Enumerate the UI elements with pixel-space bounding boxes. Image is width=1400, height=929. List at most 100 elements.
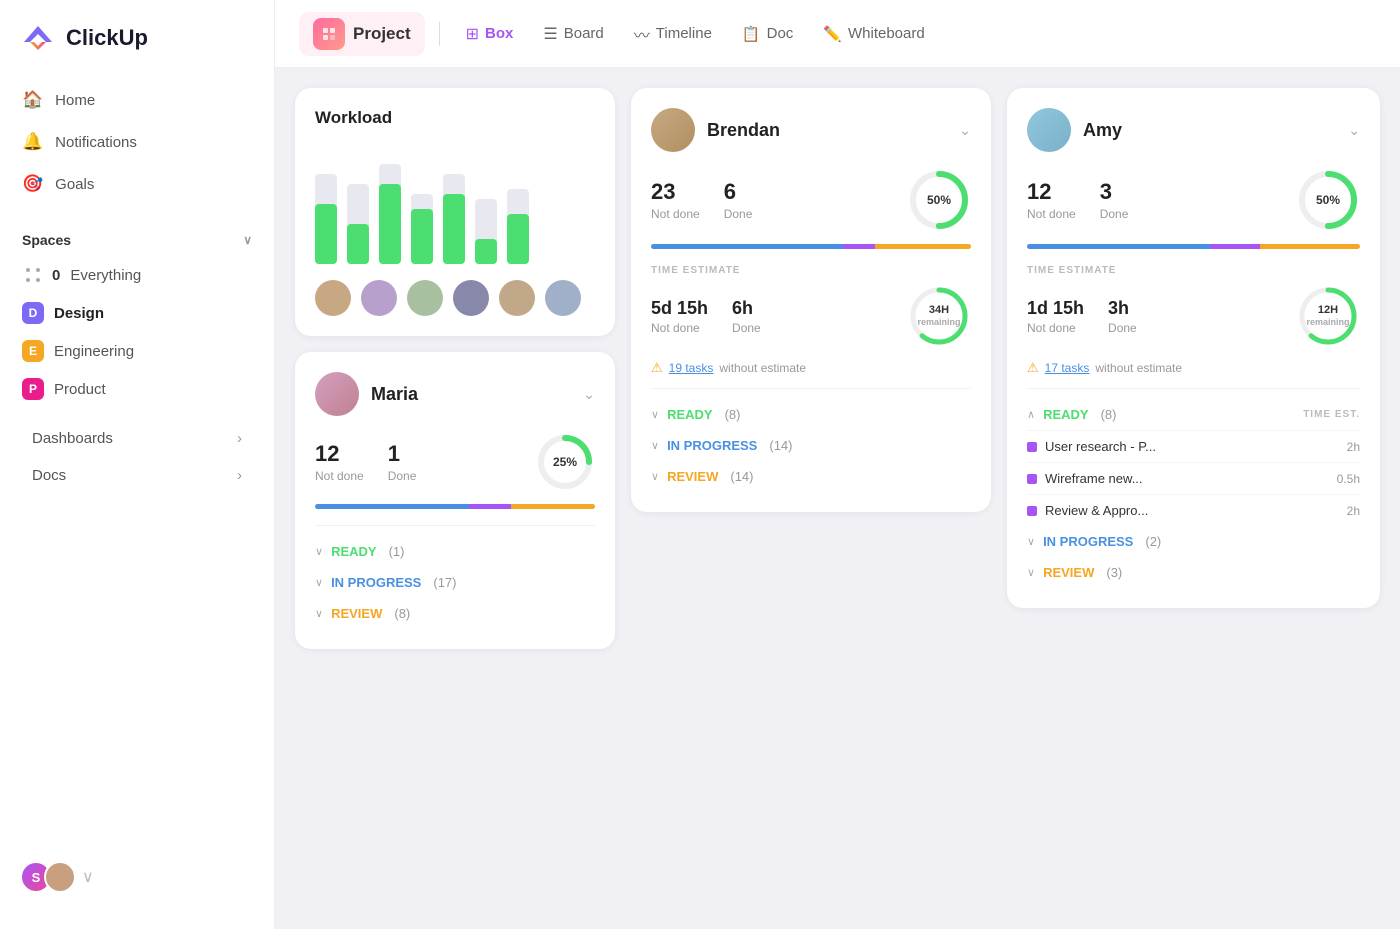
- maria-ready-row[interactable]: ∨ READY (1): [315, 536, 595, 567]
- maria-done: 1 Done: [388, 441, 417, 483]
- chart-avatar-3[interactable]: [407, 280, 443, 316]
- amy-time-done-val: 3h: [1108, 298, 1137, 319]
- sidebar-footer: S ∨: [0, 845, 274, 909]
- bar-bg: [411, 194, 433, 264]
- chart-avatar-1[interactable]: [315, 280, 351, 316]
- maria-inprogress-row[interactable]: ∨ IN PROGRESS (17): [315, 567, 595, 598]
- amy-review-row[interactable]: ∨ REVIEW (3): [1027, 557, 1360, 588]
- sidebar-home-label: Home: [55, 92, 95, 109]
- sidebar-item-home[interactable]: 🏠 Home: [10, 80, 264, 120]
- board-icon: ☰: [543, 24, 557, 44]
- task-item-2[interactable]: Wireframe new... 0.5h: [1027, 462, 1360, 494]
- timeline-icon: 〰: [634, 22, 650, 46]
- tab-box[interactable]: ⊞ Box: [454, 18, 526, 50]
- amy-time-not-done-label: Not done: [1027, 321, 1084, 335]
- brendan-warning-count[interactable]: 19 tasks: [669, 361, 714, 375]
- amy-chevron[interactable]: ⌄: [1348, 122, 1360, 139]
- maria-review-row[interactable]: ∨ REVIEW (8): [315, 598, 595, 629]
- amy-not-done: 12 Not done: [1027, 179, 1076, 221]
- home-icon: 🏠: [22, 90, 43, 110]
- tab-board[interactable]: ☰ Board: [531, 18, 615, 50]
- chart-avatar-6[interactable]: [545, 280, 581, 316]
- amy-time-remaining: 12H remaining: [1306, 304, 1349, 328]
- spaces-chevron[interactable]: ∨: [243, 233, 252, 247]
- amy-review-label: REVIEW: [1043, 565, 1094, 580]
- main-area: Project ⊞ Box ☰ Board 〰 Timeline 📋 Doc ✏…: [275, 0, 1400, 929]
- brendan-not-done-num: 23: [651, 179, 700, 205]
- maria-chevron[interactable]: ⌄: [583, 386, 595, 403]
- task-name-3: Review & Appro...: [1045, 503, 1339, 518]
- amy-warning-count[interactable]: 17 tasks: [1045, 361, 1090, 375]
- chart-avatar-4[interactable]: [453, 280, 489, 316]
- brendan-review-row[interactable]: ∨ REVIEW (14): [651, 461, 971, 492]
- topbar-divider: [439, 22, 440, 46]
- brendan-time-not-done: 5d 15h Not done: [651, 298, 708, 335]
- sidebar-goals-label: Goals: [55, 176, 94, 193]
- brendan-circle: 50%: [907, 168, 971, 232]
- sidebar-item-dashboards[interactable]: Dashboards ›: [10, 420, 264, 457]
- maria-inprogress-label: IN PROGRESS: [331, 575, 421, 590]
- footer-chevron[interactable]: ∨: [82, 867, 94, 887]
- tab-whiteboard[interactable]: ✏️ Whiteboard: [811, 19, 936, 49]
- amy-time-circle: 12H remaining: [1296, 284, 1360, 348]
- amy-ready-row[interactable]: ∧ READY (8) TIME EST.: [1027, 399, 1360, 430]
- sidebar-item-product[interactable]: P Product: [10, 370, 264, 408]
- dashboards-label: Dashboards: [32, 430, 113, 447]
- sidebar-item-notifications[interactable]: 🔔 Notifications: [10, 122, 264, 162]
- task-name-1: User research - P...: [1045, 439, 1339, 454]
- maria-card: Maria ⌄ 12 Not done 1 Done: [295, 352, 615, 649]
- sidebar-bottom-nav: Dashboards › Docs ›: [0, 420, 274, 494]
- sidebar-item-everything[interactable]: 0 Everything: [10, 256, 264, 294]
- maria-done-label: Done: [388, 469, 417, 483]
- brendan-chevron[interactable]: ⌄: [959, 122, 971, 139]
- bar-bg: [379, 164, 401, 264]
- brendan-time-row: 5d 15h Not done 6h Done 34H: [651, 284, 971, 348]
- bar-bg: [347, 184, 369, 264]
- sidebar-item-design[interactable]: D Design: [10, 294, 264, 332]
- brendan-time-not-done-label: Not done: [651, 321, 708, 335]
- brendan-ready-row[interactable]: ∨ READY (8): [651, 399, 971, 430]
- amy-done: 3 Done: [1100, 179, 1129, 221]
- tab-timeline[interactable]: 〰 Timeline: [622, 16, 724, 52]
- chart-avatar-5[interactable]: [499, 280, 535, 316]
- maria-inprogress-count: (17): [433, 575, 456, 590]
- amy-done-num: 3: [1100, 179, 1129, 205]
- chart-avatars: [315, 280, 595, 316]
- bar-fill: [475, 239, 497, 264]
- tab-doc[interactable]: 📋 Doc: [730, 19, 805, 49]
- maria-ready-label: READY: [331, 544, 377, 559]
- engineering-label: Engineering: [54, 343, 134, 360]
- sidebar-item-goals[interactable]: 🎯 Goals: [10, 164, 264, 204]
- amy-warning-icon: ⚠: [1027, 360, 1039, 376]
- brendan-inprogress-row[interactable]: ∨ IN PROGRESS (14): [651, 430, 971, 461]
- docs-label: Docs: [32, 467, 66, 484]
- amy-inprogress-count: (2): [1145, 534, 1161, 549]
- amy-header: Amy ⌄: [1027, 108, 1360, 152]
- brendan-progress-bar: [651, 244, 971, 249]
- task-dot-2: [1027, 474, 1037, 484]
- task-item-1[interactable]: User research - P... 2h: [1027, 430, 1360, 462]
- bar-fill: [443, 194, 465, 264]
- amy-time-done-label: Done: [1108, 321, 1137, 335]
- bar-fill: [507, 214, 529, 264]
- everything-icon: [22, 264, 44, 286]
- sidebar-item-docs[interactable]: Docs ›: [10, 457, 264, 494]
- task-item-3[interactable]: Review & Appro... 2h: [1027, 494, 1360, 526]
- amy-warning: ⚠ 17 tasks without estimate: [1027, 360, 1360, 376]
- inprogress-chevron-a: ∨: [1027, 535, 1035, 548]
- brendan-ready-label: READY: [667, 407, 713, 422]
- amy-time-row: 1d 15h Not done 3h Done 12H: [1027, 284, 1360, 348]
- logo-text: ClickUp: [66, 25, 148, 51]
- amy-inprogress-row[interactable]: ∨ IN PROGRESS (2): [1027, 526, 1360, 557]
- amy-time-est-col: TIME EST.: [1303, 409, 1360, 420]
- bell-icon: 🔔: [22, 132, 43, 152]
- sidebar-nav: 🏠 Home 🔔 Notifications 🎯 Goals: [0, 80, 274, 204]
- brendan-ready-count: (8): [725, 407, 741, 422]
- project-tab[interactable]: Project: [299, 12, 425, 56]
- everything-label: Everything: [70, 267, 141, 284]
- amy-done-label: Done: [1100, 207, 1129, 221]
- sidebar-item-engineering[interactable]: E Engineering: [10, 332, 264, 370]
- brendan-avatar: [651, 108, 695, 152]
- chart-avatar-2[interactable]: [361, 280, 397, 316]
- maria-progress-bar: [315, 504, 595, 509]
